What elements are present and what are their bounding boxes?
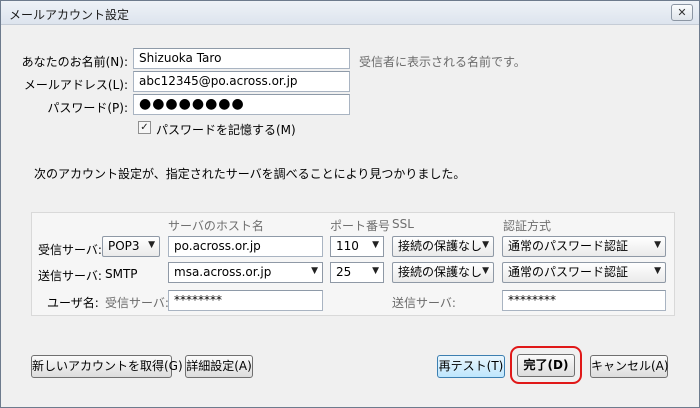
advanced-settings-button[interactable]: 詳細設定(A) <box>185 355 253 378</box>
incoming-protocol-value: POP3 <box>108 239 140 253</box>
title-bar: メールアカウント設定 ✕ <box>1 1 699 25</box>
outgoing-username-field[interactable]: ******** <box>502 290 666 311</box>
name-hint: 受信者に表示される名前です。 <box>359 55 526 69</box>
name-label: あなたのお名前(N): <box>21 55 128 69</box>
outgoing-port-combo[interactable]: 25 ▼ <box>330 262 384 283</box>
name-field[interactable]: Shizuoka Taro <box>133 48 350 69</box>
chevron-down-icon: ▼ <box>482 266 489 276</box>
chevron-down-icon: ▼ <box>311 266 318 276</box>
window-title: メールアカウント設定 <box>9 8 130 22</box>
outgoing-ssl-value: 接続の保護なし <box>398 265 483 279</box>
incoming-ssl-value: 接続の保護なし <box>398 239 483 253</box>
outgoing-host-value: msa.across.or.jp <box>174 265 272 279</box>
chevron-down-icon: ▼ <box>148 240 155 250</box>
incoming-auth-value: 通常のパスワード認証 <box>508 239 629 253</box>
chevron-down-icon: ▼ <box>372 266 379 276</box>
cancel-button[interactable]: キャンセル(A) <box>590 355 669 378</box>
outgoing-auth-value: 通常のパスワード認証 <box>508 265 629 279</box>
password-field[interactable]: ●●●●●●●● <box>133 94 350 115</box>
retest-button[interactable]: 再テスト(T) <box>437 355 505 378</box>
outgoing-ssl-select[interactable]: 接続の保護なし ▼ <box>392 262 494 283</box>
ssl-column-header: SSL <box>392 217 414 231</box>
username-label: ユーザ名: <box>47 296 99 310</box>
incoming-port-combo[interactable]: 110 ▼ <box>330 236 384 257</box>
email-label: メールアドレス(L): <box>23 78 128 92</box>
email-field[interactable]: abc12345@po.across.or.jp <box>133 71 350 92</box>
username-outgoing-label: 送信サーバ: <box>392 296 456 310</box>
incoming-host-field[interactable]: po.across.or.jp <box>168 236 323 257</box>
password-label: パスワード(P): <box>47 101 128 115</box>
close-button[interactable]: ✕ <box>671 4 693 21</box>
chevron-down-icon: ▼ <box>482 240 489 250</box>
chevron-down-icon: ▼ <box>372 240 379 250</box>
mail-account-setup-dialog: メールアカウント設定 ✕ あなたのお名前(N): Shizuoka Taro 受… <box>0 0 700 408</box>
username-incoming-label: 受信サーバ: <box>105 296 169 310</box>
remember-password-checkbox[interactable]: ✓ <box>138 121 151 134</box>
remember-password-label: パスワードを記憶する(M) <box>156 123 296 137</box>
incoming-ssl-select[interactable]: 接続の保護なし ▼ <box>392 236 494 257</box>
incoming-username-field[interactable]: ******** <box>168 290 323 311</box>
done-button[interactable]: 完了(D) <box>517 354 575 377</box>
close-icon: ✕ <box>677 6 687 19</box>
get-new-account-button[interactable]: 新しいアカウントを取得(G) <box>31 355 183 378</box>
outgoing-port-value: 25 <box>336 265 352 279</box>
incoming-protocol-select[interactable]: POP3 ▼ <box>102 236 160 257</box>
incoming-server-label: 受信サーバ: <box>38 243 102 257</box>
incoming-port-value: 110 <box>336 239 359 253</box>
outgoing-protocol: SMTP <box>105 267 138 281</box>
chevron-down-icon: ▼ <box>654 240 661 250</box>
checkmark-icon: ✓ <box>140 122 149 133</box>
chevron-down-icon: ▼ <box>654 266 661 276</box>
incoming-auth-select[interactable]: 通常のパスワード認証 ▼ <box>502 236 666 257</box>
outgoing-auth-select[interactable]: 通常のパスワード認証 ▼ <box>502 262 666 283</box>
port-column-header: ポート番号 <box>330 219 391 233</box>
outgoing-host-combo[interactable]: msa.across.or.jp ▼ <box>168 262 323 283</box>
host-column-header: サーバのホスト名 <box>168 219 264 233</box>
auth-column-header: 認証方式 <box>503 219 552 233</box>
detection-message: 次のアカウント設定が、指定されたサーバを調べることにより見つかりました。 <box>34 167 466 181</box>
outgoing-server-label: 送信サーバ: <box>38 269 102 283</box>
